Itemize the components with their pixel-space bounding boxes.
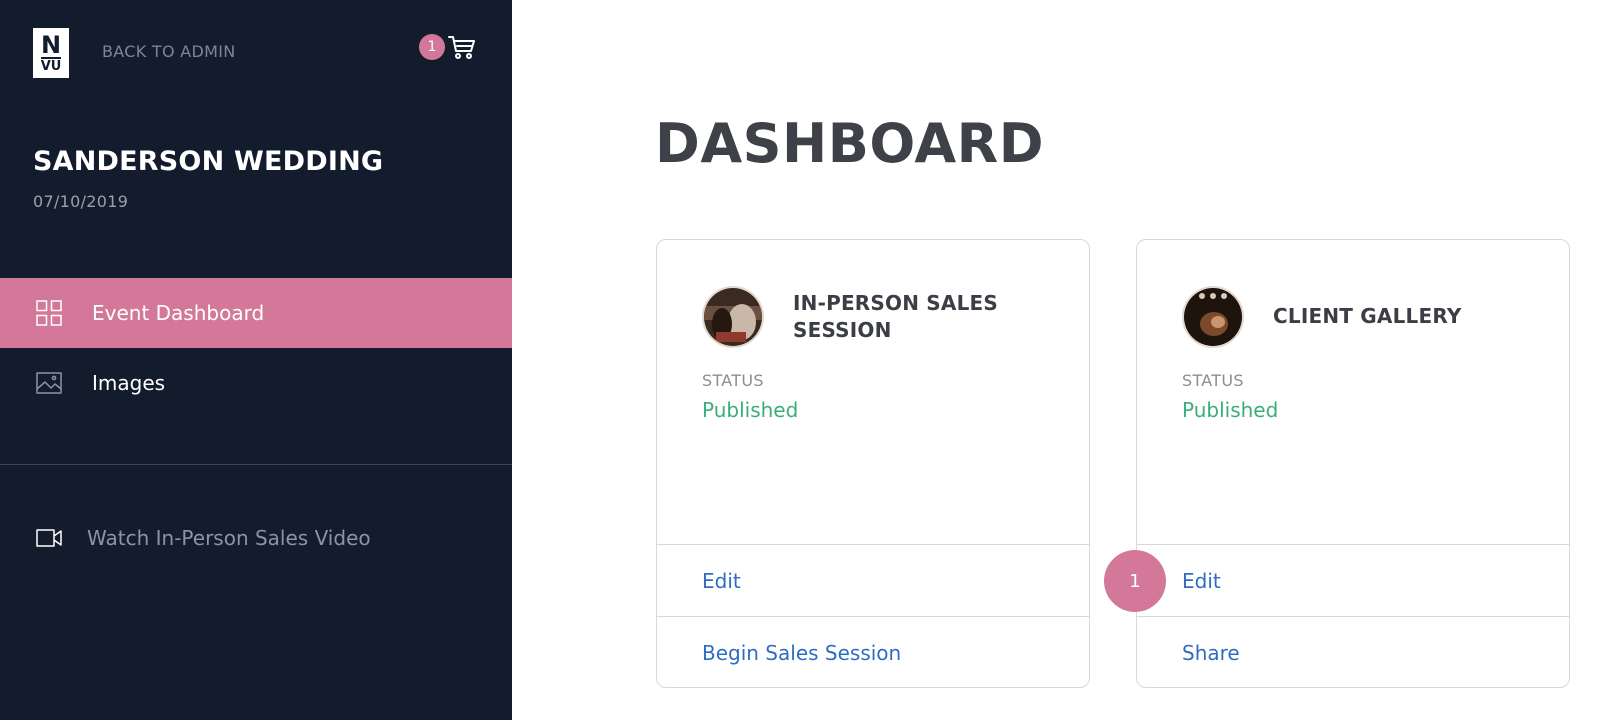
card-action-row: Begin Sales Session bbox=[657, 616, 1089, 688]
status-value: Published bbox=[702, 398, 799, 422]
image-icon bbox=[36, 372, 62, 394]
begin-sales-session-link[interactable]: Begin Sales Session bbox=[702, 641, 901, 665]
back-to-admin-link[interactable]: BACK TO ADMIN bbox=[102, 42, 236, 61]
card-action-row: Share bbox=[1137, 616, 1569, 688]
step-number-badge: 1 bbox=[1104, 550, 1166, 612]
status-value: Published bbox=[1182, 398, 1279, 422]
status-label: STATUS bbox=[1182, 371, 1244, 390]
event-title: SANDERSON WEDDING bbox=[33, 146, 384, 177]
status-label: STATUS bbox=[702, 371, 764, 390]
video-icon bbox=[36, 529, 62, 547]
edit-sales-session-link[interactable]: Edit bbox=[702, 569, 741, 593]
sidebar-divider bbox=[0, 464, 512, 465]
client-gallery-card: CLIENT GALLERY STATUS Published Edit Sha… bbox=[1136, 239, 1570, 688]
app: N VU BACK TO ADMIN 1 SANDERSON WEDDING 0… bbox=[0, 0, 1600, 720]
cart-icon[interactable] bbox=[447, 32, 477, 62]
grid-icon bbox=[36, 300, 62, 326]
edit-gallery-link[interactable]: Edit bbox=[1182, 569, 1221, 593]
sidebar-item-label: Event Dashboard bbox=[92, 301, 265, 325]
logo-text-bottom: VU bbox=[40, 57, 62, 74]
sidebar-item-images[interactable]: Images bbox=[0, 348, 512, 418]
card-action-row: Edit bbox=[657, 544, 1089, 616]
in-person-sales-session-card: IN-PERSON SALES SESSION STATUS Published… bbox=[656, 239, 1090, 688]
gallery-thumbnail bbox=[1182, 286, 1244, 348]
session-thumbnail bbox=[702, 286, 764, 348]
brand-logo[interactable]: N VU bbox=[33, 28, 69, 78]
watch-sales-video-link[interactable]: Watch In-Person Sales Video bbox=[0, 520, 512, 556]
cart-count-badge: 1 bbox=[419, 34, 445, 60]
logo-text-top: N bbox=[40, 31, 62, 59]
sidebar: N VU BACK TO ADMIN 1 SANDERSON WEDDING 0… bbox=[0, 0, 512, 720]
share-gallery-link[interactable]: Share bbox=[1182, 641, 1240, 665]
card-title: CLIENT GALLERY bbox=[1273, 304, 1462, 328]
sidebar-item-label: Images bbox=[92, 371, 166, 395]
video-link-label: Watch In-Person Sales Video bbox=[87, 526, 371, 550]
event-date: 07/10/2019 bbox=[33, 192, 129, 211]
card-action-row: Edit bbox=[1137, 544, 1569, 616]
card-title: IN-PERSON SALES SESSION bbox=[793, 291, 999, 342]
page-title: DASHBOARD bbox=[655, 112, 1045, 175]
sidebar-item-event-dashboard[interactable]: Event Dashboard bbox=[0, 278, 512, 348]
